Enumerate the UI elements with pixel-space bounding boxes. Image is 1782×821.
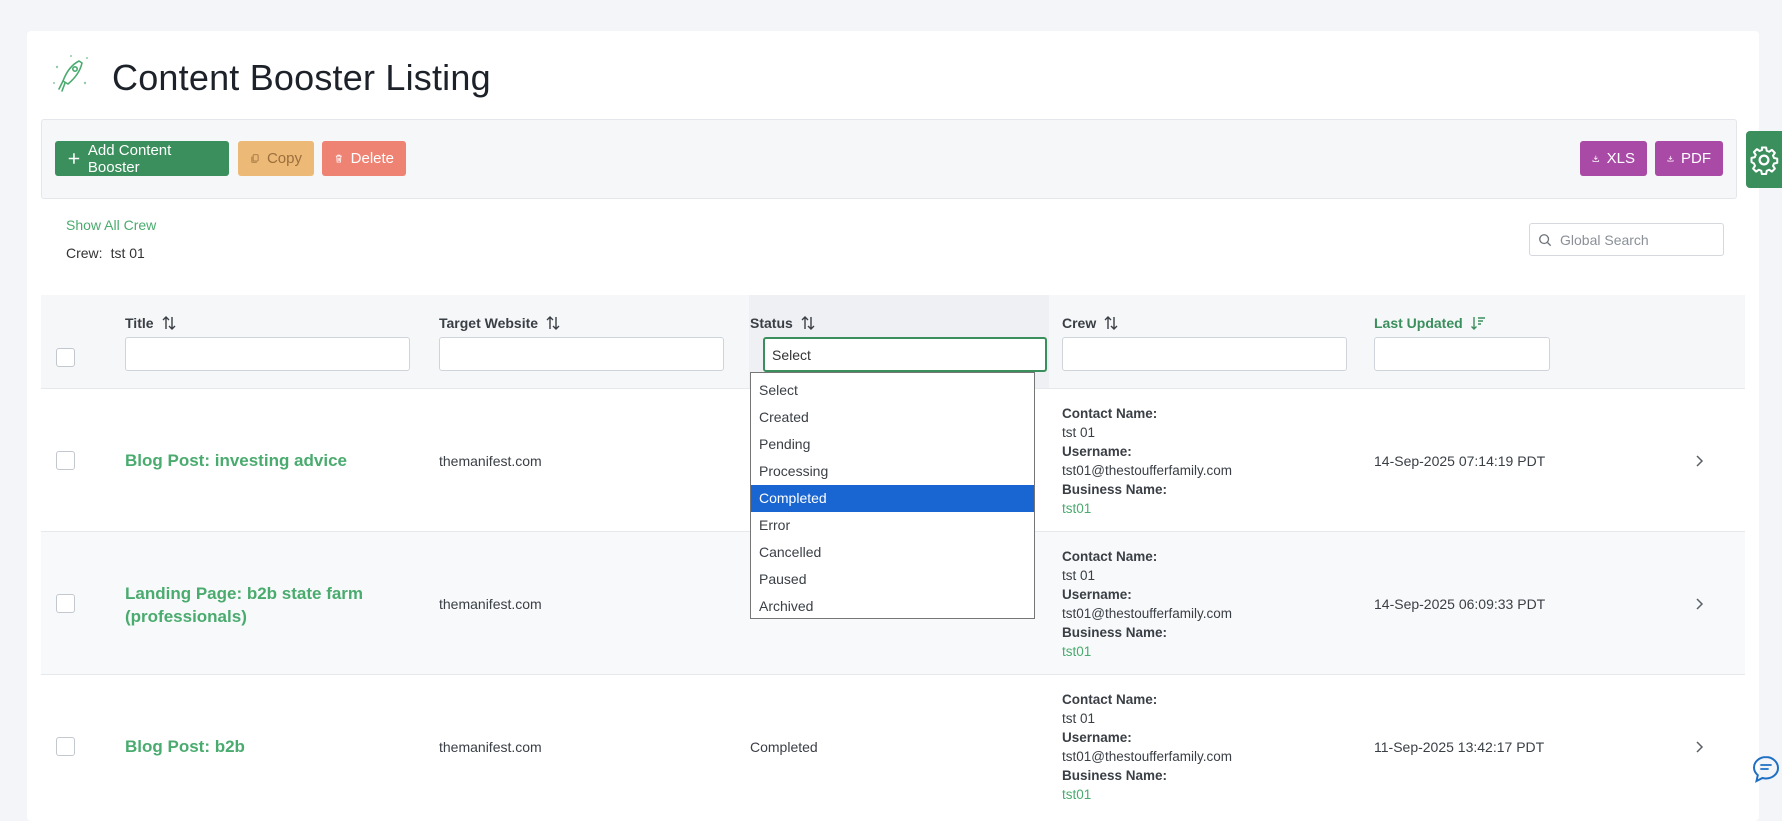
row-checkbox[interactable] xyxy=(56,737,75,756)
table-row[interactable]: Blog Post: b2b themanifest.com Completed… xyxy=(41,674,1745,818)
search-icon xyxy=(1539,233,1552,246)
status-option-error[interactable]: Error xyxy=(751,512,1034,539)
contact-name-label: Contact Name: xyxy=(1062,549,1158,564)
row-title-link[interactable]: Landing Page: b2b state farm (profession… xyxy=(125,582,395,628)
chevron-right-icon[interactable] xyxy=(1692,740,1706,754)
sort-descending-icon xyxy=(1470,317,1485,330)
username-label: Username: xyxy=(1062,587,1132,602)
username-value: tst01@thestoufferfamily.com xyxy=(1062,606,1233,621)
contact-name-label: Contact Name: xyxy=(1062,692,1158,707)
business-name-value[interactable]: tst01 xyxy=(1062,644,1091,659)
delete-button-label: Delete xyxy=(350,150,394,167)
delete-button[interactable]: Delete xyxy=(322,141,406,176)
status-dropdown-list[interactable]: Select Created Pending Processing Comple… xyxy=(750,372,1035,619)
last-updated-filter-input[interactable] xyxy=(1374,337,1550,371)
status-option-archived[interactable]: Archived xyxy=(751,593,1034,620)
status-option-select[interactable]: Select xyxy=(751,377,1034,404)
rocket-icon xyxy=(53,55,88,92)
column-crew-label: Crew xyxy=(1062,315,1097,331)
status-option-cancelled[interactable]: Cancelled xyxy=(751,539,1034,566)
row-title-link[interactable]: Blog Post: b2b xyxy=(125,735,395,758)
contact-name-label: Contact Name: xyxy=(1062,406,1158,421)
status-option-created[interactable]: Created xyxy=(751,404,1034,431)
target-website-filter-input[interactable] xyxy=(439,337,724,371)
row-target-website: themanifest.com xyxy=(439,596,542,612)
column-header-last-updated[interactable]: Last Updated xyxy=(1374,315,1486,331)
column-title-label: Title xyxy=(125,315,154,331)
copy-icon xyxy=(251,154,259,163)
row-last-updated: 14-Sep-2025 07:14:19 PDT xyxy=(1374,453,1546,469)
business-name-value[interactable]: tst01 xyxy=(1062,787,1091,802)
crew-filter-label: Crew: xyxy=(66,245,103,261)
business-name-label: Business Name: xyxy=(1062,768,1168,783)
plus-icon xyxy=(68,153,80,164)
xls-button-label: XLS xyxy=(1606,150,1635,167)
select-all-checkbox[interactable] xyxy=(56,348,75,367)
action-toolbar: Add Content Booster Copy Delete XLS PDF xyxy=(41,119,1737,199)
column-header-target-website[interactable]: Target Website xyxy=(439,315,561,331)
row-title-link[interactable]: Blog Post: investing advice xyxy=(125,449,395,472)
show-all-crew-link[interactable]: Show All Crew xyxy=(66,217,156,233)
chat-icon[interactable] xyxy=(1750,753,1782,785)
username-label: Username: xyxy=(1062,444,1132,459)
column-updated-label: Last Updated xyxy=(1374,315,1463,331)
status-option-pending[interactable]: Pending xyxy=(751,431,1034,458)
row-target-website: themanifest.com xyxy=(439,453,542,469)
row-crew-details: Contact Name: tst 01 Username: tst01@the… xyxy=(1062,690,1232,804)
chevron-right-icon[interactable] xyxy=(1692,454,1706,468)
add-button-label: Add Content Booster xyxy=(87,141,172,176)
column-target-label: Target Website xyxy=(439,315,539,331)
sort-icon xyxy=(801,316,815,330)
row-checkbox[interactable] xyxy=(56,451,75,470)
row-crew-details: Contact Name: tst 01 Username: tst01@the… xyxy=(1062,547,1232,661)
crew-filter: Crew: tst 01 xyxy=(66,245,145,261)
sort-icon xyxy=(1104,316,1118,330)
status-option-processing[interactable]: Processing xyxy=(751,458,1034,485)
export-pdf-button[interactable]: PDF xyxy=(1655,141,1723,176)
export-xls-button[interactable]: XLS xyxy=(1580,141,1647,176)
copy-button[interactable]: Copy xyxy=(238,141,314,176)
copy-button-label: Copy xyxy=(266,150,302,167)
row-target-website: themanifest.com xyxy=(439,739,542,755)
add-content-booster-button[interactable]: Add Content Booster xyxy=(55,141,229,176)
status-option-paused[interactable]: Paused xyxy=(751,566,1034,593)
global-search-placeholder: Global Search xyxy=(1560,231,1649,248)
download-icon xyxy=(1592,155,1600,162)
contact-name-value: tst 01 xyxy=(1062,568,1096,583)
sort-icon xyxy=(546,316,560,330)
crew-filter-input[interactable] xyxy=(1062,337,1347,371)
contact-name-value: tst 01 xyxy=(1062,711,1096,726)
row-last-updated: 11-Sep-2025 13:42:17 PDT xyxy=(1374,739,1545,755)
row-crew-details: Contact Name: tst 01 Username: tst01@the… xyxy=(1062,404,1232,518)
row-checkbox[interactable] xyxy=(56,594,75,613)
username-value: tst01@thestoufferfamily.com xyxy=(1062,749,1233,764)
settings-tab[interactable] xyxy=(1746,131,1782,188)
status-filter-select[interactable]: Select xyxy=(763,337,1047,372)
business-name-value[interactable]: tst01 xyxy=(1062,501,1091,516)
chevron-right-icon[interactable] xyxy=(1692,597,1706,611)
title-filter-input[interactable] xyxy=(125,337,410,371)
column-header-title[interactable]: Title xyxy=(125,315,177,331)
global-search-input[interactable]: Global Search xyxy=(1529,223,1724,256)
business-name-label: Business Name: xyxy=(1062,625,1168,640)
pdf-button-label: PDF xyxy=(1681,150,1711,167)
row-last-updated: 14-Sep-2025 06:09:33 PDT xyxy=(1374,596,1546,612)
column-header-crew[interactable]: Crew xyxy=(1062,315,1119,331)
business-name-label: Business Name: xyxy=(1062,482,1168,497)
trash-icon xyxy=(335,154,342,163)
gear-icon xyxy=(1750,146,1779,175)
contact-name-value: tst 01 xyxy=(1062,425,1096,440)
column-header-status[interactable]: Status xyxy=(750,315,816,331)
crew-filter-value: tst 01 xyxy=(110,245,145,261)
download-icon xyxy=(1667,155,1674,162)
username-value: tst01@thestoufferfamily.com xyxy=(1062,463,1233,478)
sort-icon xyxy=(162,316,176,330)
page-title: Content Booster Listing xyxy=(112,57,491,98)
username-label: Username: xyxy=(1062,730,1132,745)
status-option-completed[interactable]: Completed xyxy=(751,485,1034,512)
row-status: Completed xyxy=(750,739,818,755)
column-status-label: Status xyxy=(750,315,793,331)
